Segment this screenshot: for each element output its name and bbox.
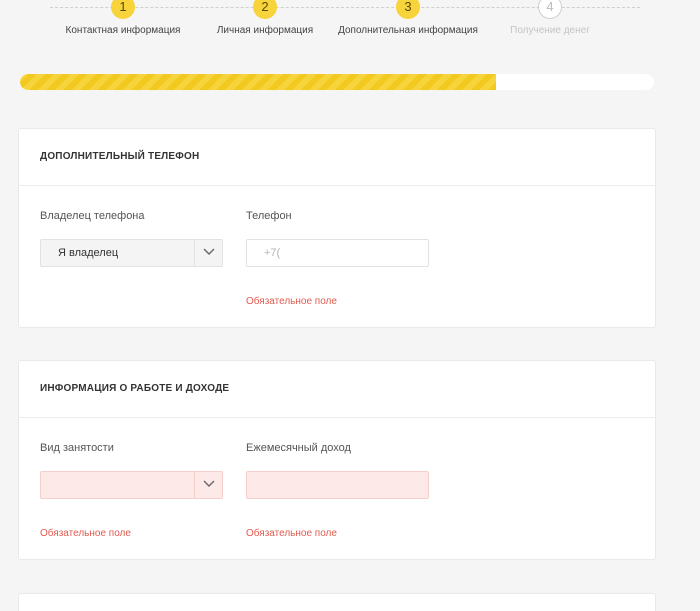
work-income-card: ИНФОРМАЦИЯ О РАБОТЕ И ДОХОДЕ Вид занятос… (18, 360, 656, 560)
section-title: ИНФОРМАЦИЯ О РАБОТЕ И ДОХОДЕ (19, 361, 655, 418)
step-label: Получение денег (510, 25, 590, 36)
monthly-income-label: Ежемесячный доход (246, 442, 351, 454)
step-number: 4 (538, 0, 562, 19)
stepper: 1 Контактная информация 2 Личная информа… (0, 0, 700, 60)
employment-type-select[interactable] (40, 471, 223, 499)
chevron-down-icon (194, 472, 222, 498)
progress-bar-fill (20, 74, 496, 90)
phone-owner-label: Владелец телефона (40, 210, 145, 222)
phone-label: Телефон (246, 210, 292, 222)
phone-error: Обязательное поле (246, 296, 337, 307)
employment-type-error: Обязательное поле (40, 528, 131, 539)
step-number: 1 (111, 0, 135, 19)
progress-bar (20, 74, 654, 90)
step-get-money: 4 Получение денег (460, 0, 640, 36)
employment-type-label: Вид занятости (40, 442, 114, 454)
monthly-income-error: Обязательное поле (246, 528, 337, 539)
phone-input[interactable] (246, 239, 429, 267)
step-number: 3 (396, 0, 420, 19)
step-number: 2 (253, 0, 277, 19)
next-section-card (18, 593, 656, 611)
phone-owner-value: Я владелец (58, 247, 119, 259)
chevron-down-icon (194, 240, 222, 266)
monthly-income-input[interactable] (246, 471, 429, 499)
additional-phone-card: ДОПОЛНИТЕЛЬНЫЙ ТЕЛЕФОН Владелец телефона… (18, 128, 656, 328)
phone-owner-select[interactable]: Я владелец (40, 239, 223, 267)
section-title: ДОПОЛНИТЕЛЬНЫЙ ТЕЛЕФОН (19, 129, 655, 186)
